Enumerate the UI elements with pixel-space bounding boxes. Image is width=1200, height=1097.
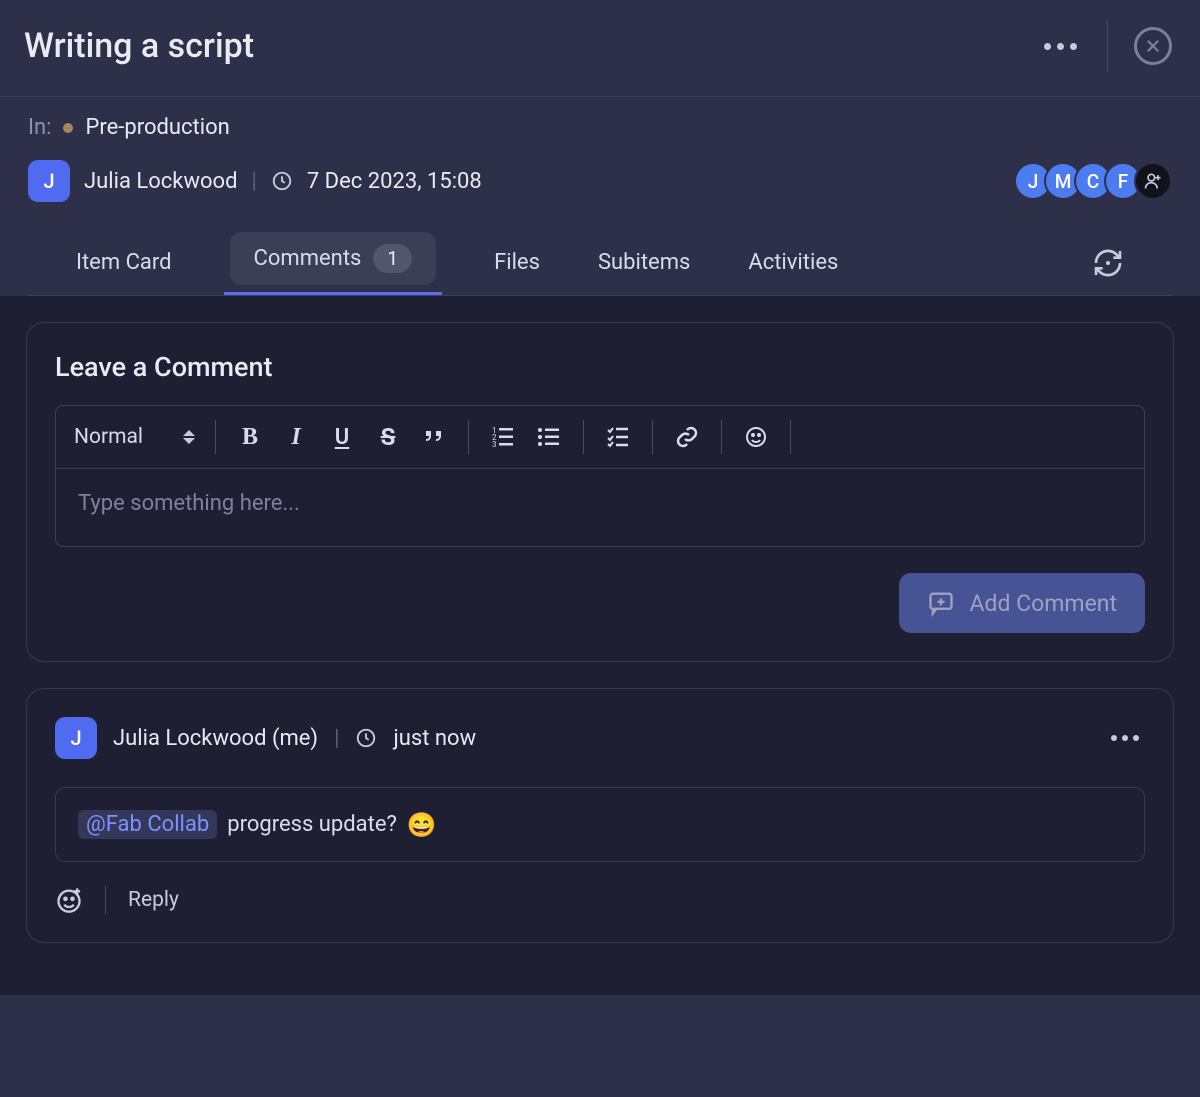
add-reaction-icon[interactable] — [55, 886, 83, 914]
mention-chip[interactable]: @Fab Collab — [78, 810, 217, 839]
bullet-list-icon[interactable] — [535, 425, 563, 449]
tab-activities[interactable]: Activities — [748, 230, 838, 295]
divider — [215, 420, 216, 454]
emoji-glyph: 😄 — [407, 811, 437, 839]
chevron-sort-icon — [183, 430, 195, 444]
emoji-icon[interactable] — [742, 425, 770, 449]
tab-comments[interactable]: Comments 1 — [230, 232, 437, 285]
tab-label: Comments — [254, 246, 362, 271]
link-icon[interactable] — [673, 425, 701, 449]
divider — [468, 420, 469, 454]
add-member-icon[interactable] — [1134, 162, 1172, 200]
tab-subitems[interactable]: Subitems — [598, 230, 690, 295]
ordered-list-icon[interactable]: 123 — [489, 425, 517, 449]
tab-label: Subitems — [598, 250, 690, 275]
meta-section: In: Pre-production J Julia Lockwood | 7 … — [0, 97, 1200, 296]
more-icon[interactable] — [1040, 37, 1081, 56]
timestamp: 7 Dec 2023, 15:08 — [307, 169, 482, 194]
comment-input[interactable]: Type something here... — [56, 469, 1144, 546]
in-label: In: — [28, 115, 51, 140]
comment-more-icon[interactable] — [1105, 729, 1145, 747]
comment-timestamp: just now — [393, 726, 476, 751]
breadcrumb-row: In: Pre-production — [28, 115, 1172, 140]
author-name: Julia Lockwood — [84, 169, 237, 194]
page-title: Writing a script — [24, 26, 254, 66]
tab-item-card[interactable]: Item Card — [76, 230, 172, 295]
comment-author-avatar[interactable]: J — [55, 717, 97, 759]
tab-label: Files — [494, 250, 540, 275]
divider: | — [334, 726, 339, 751]
add-comment-button[interactable]: Add Comment — [899, 573, 1145, 633]
in-value[interactable]: Pre-production — [85, 115, 229, 140]
divider — [1107, 20, 1108, 72]
panel-title: Leave a Comment — [55, 351, 1145, 383]
status-dot-icon — [63, 123, 73, 133]
reply-button[interactable]: Reply — [128, 888, 179, 912]
divider — [790, 420, 791, 454]
header: Writing a script — [0, 0, 1200, 97]
author-avatar[interactable]: J — [28, 160, 70, 202]
format-select[interactable]: Normal — [74, 425, 195, 449]
format-select-value: Normal — [74, 425, 143, 449]
svg-text:3: 3 — [492, 440, 497, 449]
close-icon[interactable] — [1134, 27, 1172, 65]
comment-author-name: Julia Lockwood (me) — [113, 726, 318, 751]
clock-icon — [271, 170, 293, 192]
tabs: Item Card Comments 1 Files Subitems Acti… — [28, 230, 1172, 296]
tab-label: Activities — [748, 250, 838, 275]
content-area: Leave a Comment Normal B I U S 123 — [0, 296, 1200, 995]
add-comment-label: Add Comment — [969, 590, 1117, 617]
comment-footer: Reply — [55, 886, 1145, 914]
tab-files[interactable]: Files — [494, 230, 540, 295]
editor-toolbar: Normal B I U S 123 — [56, 406, 1144, 469]
italic-icon[interactable]: I — [282, 424, 310, 451]
bold-icon[interactable]: B — [236, 424, 264, 451]
comment-header: J Julia Lockwood (me) | just now — [55, 717, 1145, 759]
tab-label: Item Card — [76, 250, 172, 275]
comments-count-badge: 1 — [373, 244, 412, 273]
refresh-icon[interactable] — [1092, 247, 1124, 279]
leave-comment-panel: Leave a Comment Normal B I U S 123 — [26, 322, 1174, 662]
underline-icon[interactable]: U — [328, 425, 356, 450]
blockquote-icon[interactable] — [420, 425, 448, 449]
avatar-stack: J M C F — [1014, 162, 1172, 200]
divider — [583, 420, 584, 454]
rich-text-editor: Normal B I U S 123 — [55, 405, 1145, 547]
divider: | — [251, 169, 256, 194]
comment-text: progress update? — [227, 812, 397, 837]
divider — [105, 886, 106, 914]
divider — [652, 420, 653, 454]
clock-icon — [355, 727, 377, 749]
divider — [721, 420, 722, 454]
checklist-icon[interactable] — [604, 425, 632, 449]
header-actions — [1040, 20, 1172, 72]
comment-item: J Julia Lockwood (me) | just now @Fab Co… — [26, 688, 1174, 943]
comment-body: @Fab Collab progress update? 😄 — [55, 787, 1145, 862]
strikethrough-icon[interactable]: S — [374, 423, 402, 451]
author-row: J Julia Lockwood | 7 Dec 2023, 15:08 J M… — [28, 160, 1172, 202]
